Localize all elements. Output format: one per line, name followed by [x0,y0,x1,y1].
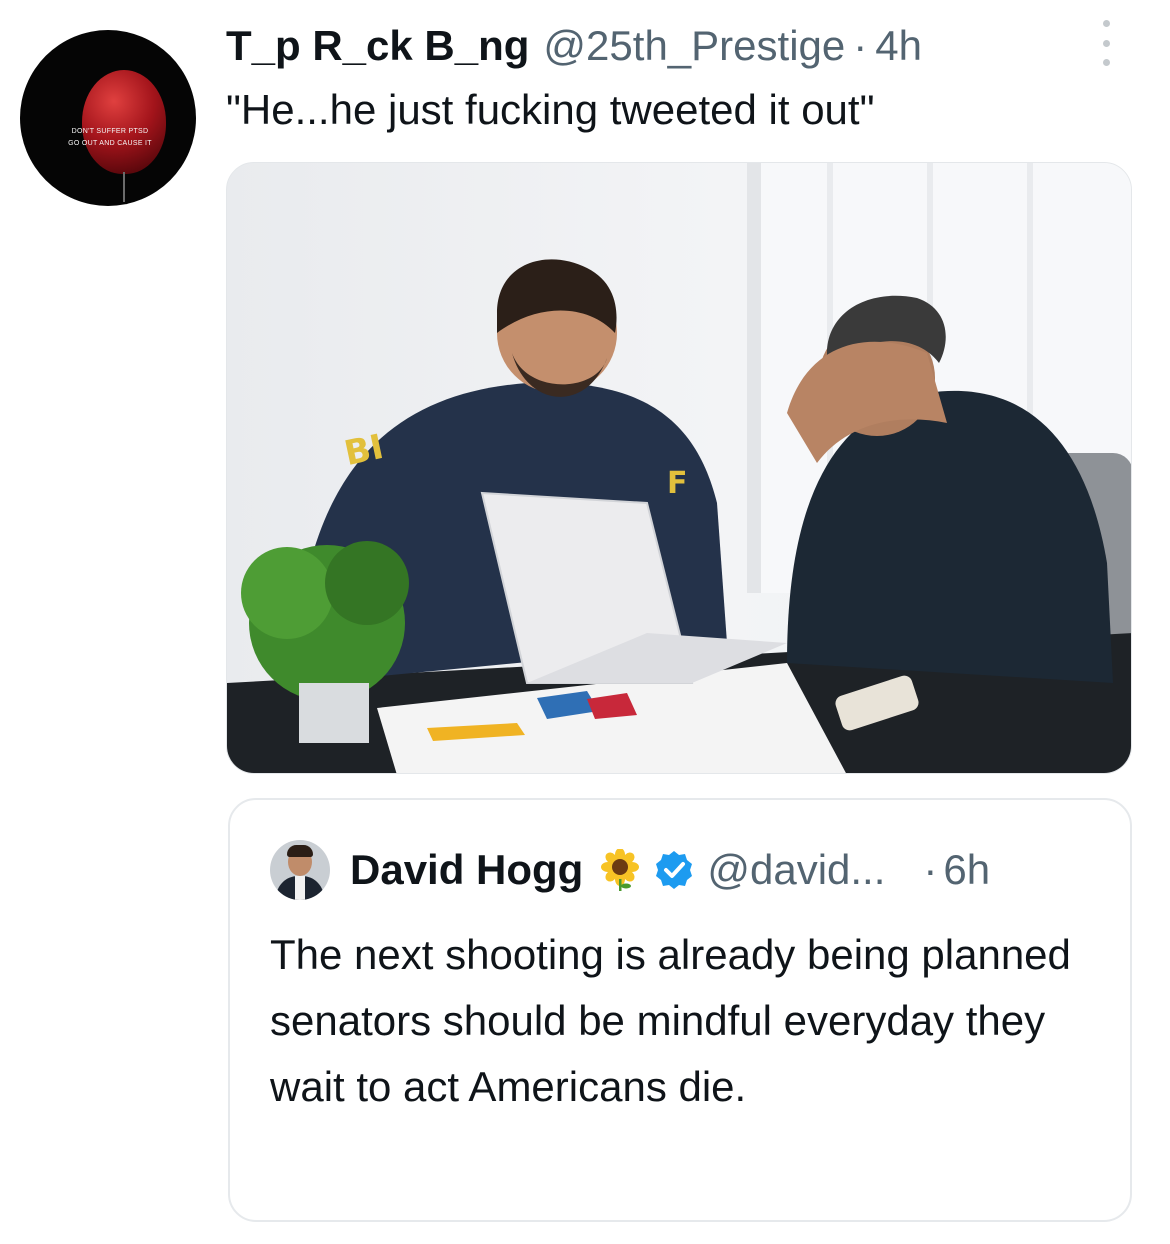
verified-icon[interactable] [653,849,695,891]
author-handle[interactable]: @25th_Prestige [543,22,845,70]
red-balloon-image [82,70,166,174]
quoted-tweet-text: The next shooting is already being plann… [270,931,1071,1110]
quoted-author-name[interactable]: David Hogg [350,846,583,894]
tweet-photo[interactable]: BI F [226,162,1132,774]
balloon-string [123,172,125,202]
quoted-tweet-timestamp[interactable]: 6h [943,846,990,894]
jacket-lettering: F [667,466,688,501]
sunflower-icon [601,849,640,891]
quoted-header-separator: · [923,846,938,893]
tweet-timestamp[interactable]: 4h [875,22,922,70]
header-separator: · [853,22,868,69]
tweet-header: T_p R_ck B_ng @25th_Prestige · 4h [226,22,922,76]
author-avatar[interactable]: DON'T SUFFER PTSD GO OUT AND CAUSE IT [20,30,196,206]
avatar-caption-line: DON'T SUFFER PTSD [71,128,149,135]
tweet-card[interactable]: DON'T SUFFER PTSD GO OUT AND CAUSE IT T_… [0,0,1170,1244]
quoted-tweet-header: David Hogg @david... · 6h [270,840,990,900]
author-name[interactable]: T_p R_ck B_ng [226,22,529,70]
avatar-caption-line: GO OUT AND CAUSE IT [68,140,152,147]
office-photo-illustration: BI F [227,163,1131,773]
tweet-text: "He...he just fucking tweeted it out" [226,86,875,133]
more-vertical-icon[interactable] [1096,20,1116,66]
quoted-tweet[interactable]: David Hogg @david... · 6h The next shoot… [228,798,1132,1222]
avatar-caption: DON'T SUFFER PTSD GO OUT AND CAUSE IT [50,126,170,150]
jacket-lettering: BI [341,427,387,474]
quoted-author-avatar[interactable] [270,840,330,900]
quoted-author-handle[interactable]: @david... [707,846,885,894]
